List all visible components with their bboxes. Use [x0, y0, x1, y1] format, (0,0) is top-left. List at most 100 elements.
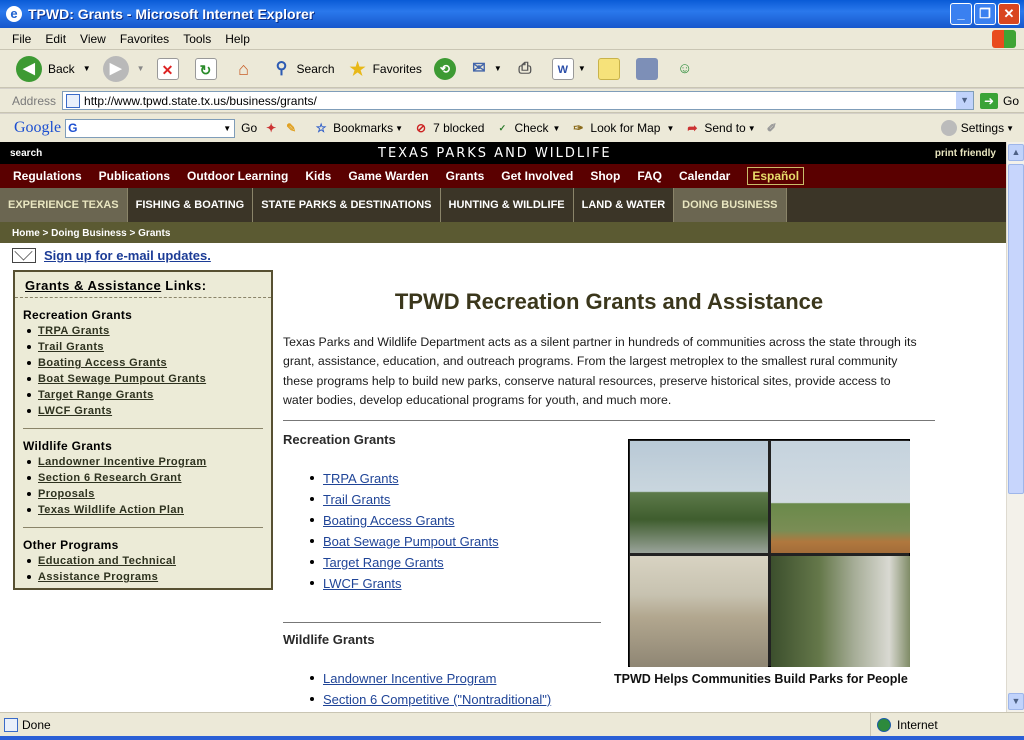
menu-file[interactable]: File — [12, 32, 31, 46]
nav-espanol[interactable]: Español — [747, 167, 805, 185]
popup-blocker-button[interactable]: ⊘ 7 blocked — [413, 120, 484, 136]
check-label: Check — [514, 121, 549, 135]
discuss-button[interactable] — [597, 57, 624, 80]
settings-button[interactable]: Settings ▼ — [940, 120, 1014, 136]
nav-outdoor-learning[interactable]: Outdoor Learning — [187, 169, 288, 183]
menu-tools[interactable]: Tools — [183, 32, 211, 46]
refresh-button[interactable]: ↻ — [194, 57, 221, 80]
google-logo[interactable]: Google — [14, 119, 61, 137]
sidebar-item[interactable]: Assistance Programs — [23, 569, 263, 585]
sendto-label: Send to — [704, 121, 746, 135]
address-dropdown-icon[interactable]: ▼ — [956, 92, 974, 109]
search-label: Search — [296, 61, 335, 76]
sidebar-item[interactable]: Landowner Incentive Program — [23, 454, 263, 470]
back-button[interactable]: ◀ Back ▼ — [16, 55, 91, 82]
pencil-icon[interactable]: ✐ — [764, 120, 780, 136]
go-arrow-icon: ➜ — [980, 92, 999, 109]
sidebar-item[interactable]: Texas Wildlife Action Plan — [23, 502, 263, 518]
sidebar-item[interactable]: Proposals — [23, 486, 263, 502]
messenger-button[interactable]: ☺ — [674, 58, 700, 80]
sidebar-item[interactable]: Trail Grants — [23, 339, 263, 355]
forward-arrow-icon: ▶ — [102, 55, 129, 82]
research-button[interactable] — [635, 57, 662, 80]
grant-link[interactable]: Boat Sewage Pumpout Grants — [323, 534, 499, 549]
home-button[interactable]: ⌂ — [233, 58, 259, 80]
nav-get-involved[interactable]: Get Involved — [501, 169, 573, 183]
address-input[interactable]: http://www.tpwd.state.tx.us/business/gra… — [62, 91, 975, 110]
scroll-up-icon[interactable]: ▲ — [1008, 144, 1024, 161]
favorites-button[interactable]: ★ Favorites — [347, 58, 421, 80]
site-title[interactable]: TEXAS PARKS AND WILDLIFE — [378, 146, 612, 161]
nav-shop[interactable]: Shop — [590, 169, 620, 183]
photo-caption: TPWD Helps Communities Build Parks for P… — [614, 672, 908, 686]
sidebar-item[interactable]: Target Range Grants — [23, 387, 263, 403]
note-icon — [597, 57, 620, 80]
tab-land-water[interactable]: LAND & WATER — [574, 188, 675, 222]
sidebar-item[interactable]: Education and Technical — [23, 553, 263, 569]
menu-edit[interactable]: Edit — [45, 32, 66, 46]
nav-grants[interactable]: Grants — [446, 169, 485, 183]
minimize-button[interactable]: _ — [950, 3, 972, 25]
sidebar-heading-link[interactable]: Grants & Assistance — [25, 278, 161, 293]
scroll-down-icon[interactable]: ▼ — [1008, 693, 1024, 710]
spellcheck-button[interactable]: ✓ Check ▼ — [494, 120, 561, 136]
grant-link[interactable]: Section 6 Competitive ("Nontraditional") — [323, 692, 551, 707]
grant-link[interactable]: Trail Grants — [323, 492, 390, 507]
nav-game-warden[interactable]: Game Warden — [348, 169, 428, 183]
menu-help[interactable]: Help — [225, 32, 250, 46]
nav-publications[interactable]: Publications — [99, 169, 170, 183]
grant-link[interactable]: TRPA Grants — [323, 471, 399, 486]
history-button[interactable]: ⟲ — [433, 57, 456, 80]
go-button[interactable]: ➜ Go — [980, 92, 1019, 109]
menu-favorites[interactable]: Favorites — [120, 32, 169, 46]
back-arrow-icon: ◀ — [16, 55, 42, 82]
scroll-thumb[interactable] — [1008, 164, 1024, 494]
mail-button[interactable]: ✉ ▼ — [468, 58, 502, 80]
sidebar-item[interactable]: LWCF Grants — [23, 403, 263, 419]
breadcrumb[interactable]: Home > Doing Business > Grants — [0, 222, 1006, 243]
search-button[interactable]: ⚲ Search — [271, 58, 335, 80]
print-button[interactable]: ⎙ — [514, 58, 540, 80]
windows-logo-icon — [992, 30, 1016, 48]
grant-link[interactable]: LWCF Grants — [323, 576, 402, 591]
restore-button[interactable]: ❐ — [974, 3, 996, 25]
nav-faq[interactable]: FAQ — [637, 169, 662, 183]
tab-fishing-boating[interactable]: FISHING & BOATING — [128, 188, 254, 222]
title-bar: e TPWD: Grants - Microsoft Internet Expl… — [0, 0, 1024, 28]
sidebar-item[interactable]: Section 6 Research Grant — [23, 470, 263, 486]
close-button[interactable]: ✕ — [998, 3, 1020, 25]
search-icon: ⚲ — [275, 59, 288, 77]
tab-doing-business[interactable]: DOING BUSINESS — [674, 188, 787, 222]
bookmarks-button[interactable]: ☆ Bookmarks ▼ — [313, 120, 403, 136]
recreation-grants-list: TRPA Grants Trail Grants Boating Access … — [308, 468, 499, 594]
site-search-link[interactable]: search — [10, 148, 42, 159]
sidebar-item[interactable]: Boating Access Grants — [23, 355, 263, 371]
sidebar-item[interactable]: Boat Sewage Pumpout Grants — [23, 371, 263, 387]
google-search-input[interactable]: G ▼ — [65, 118, 236, 138]
send-to-button[interactable]: ➦ Send to ▼ — [684, 120, 755, 136]
nav-kids[interactable]: Kids — [305, 169, 331, 183]
grant-link[interactable]: Target Range Grants — [323, 555, 444, 570]
google-go-button[interactable]: Go — [241, 121, 257, 135]
grant-link[interactable]: Landowner Incentive Program — [323, 671, 496, 686]
nav-calendar[interactable]: Calendar — [679, 169, 730, 183]
page-content: search TEXAS PARKS AND WILDLIFE print fr… — [0, 142, 1006, 712]
sidebar-item[interactable]: TRPA Grants — [23, 323, 263, 339]
pagerank-icon[interactable]: ✦ — [263, 120, 279, 136]
stop-button[interactable]: ✕ — [156, 57, 183, 80]
tab-state-parks[interactable]: STATE PARKS & DESTINATIONS — [253, 188, 441, 222]
print-friendly-link[interactable]: print friendly — [935, 148, 996, 159]
edit-button[interactable]: W ▼ — [551, 57, 586, 80]
highlight-icon[interactable]: ✎ — [283, 120, 299, 136]
address-url: http://www.tpwd.state.tx.us/business/gra… — [84, 93, 317, 108]
photo-campground — [771, 556, 910, 667]
tab-experience-texas[interactable]: EXPERIENCE TEXAS — [0, 188, 128, 222]
lookup-map-button[interactable]: ✑ Look for Map ▼ — [570, 120, 674, 136]
tab-hunting-wildlife[interactable]: HUNTING & WILDLIFE — [441, 188, 574, 222]
email-signup-link[interactable]: Sign up for e-mail updates. — [44, 248, 211, 263]
menu-view[interactable]: View — [80, 32, 106, 46]
grant-link[interactable]: Boating Access Grants — [323, 513, 455, 528]
nav-regulations[interactable]: Regulations — [13, 169, 82, 183]
vertical-scrollbar[interactable]: ▲ ▼ — [1006, 142, 1024, 712]
forward-button[interactable]: ▶ ▼ — [102, 55, 145, 82]
